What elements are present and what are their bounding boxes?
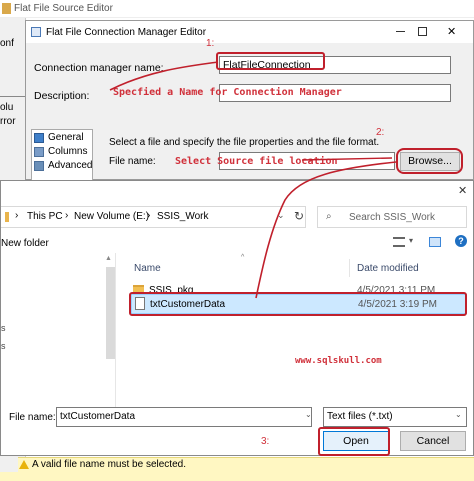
outer-label-1: onf [0, 38, 14, 49]
annotation-box-browse [396, 148, 463, 174]
column-header-date[interactable]: Date modified [357, 263, 419, 274]
cm-editor-maximize-icon[interactable] [418, 27, 427, 36]
nav-item-label: Columns [48, 146, 88, 157]
open-dialog: ✕ › This PC › New Volume (E:) › SSIS_Wor… [0, 180, 474, 456]
warning-text: A valid file name must be selected. [32, 459, 186, 470]
cm-editor-minimize-icon[interactable] [396, 31, 405, 32]
nav-pane-mark: s [1, 323, 6, 333]
outer-window-icon [2, 3, 11, 14]
search-placeholder: Search SSIS_Work [349, 212, 435, 223]
chevron-down-icon[interactable]: ⌄ [277, 210, 285, 221]
nav-panel: General Columns Advanced [31, 129, 93, 181]
file-name-label: File name: [109, 156, 156, 167]
file-type-chevron-icon[interactable]: ⌄ [455, 410, 462, 419]
cancel-button[interactable]: Cancel [400, 431, 466, 451]
search-box[interactable]: ⌕ Search SSIS_Work [317, 206, 467, 228]
file-name-field[interactable]: txtCustomerData [56, 407, 312, 427]
nav-pane: ▲ s s [1, 253, 116, 415]
annotation-spec-name: Specfied a Name for Connection Manager [113, 87, 342, 98]
address-bar[interactable]: › This PC › New Volume (E:) › SSIS_Work … [1, 206, 306, 228]
open-dialog-close-icon[interactable]: ✕ [458, 184, 467, 197]
file-type-select[interactable]: Text files (*.txt) [323, 407, 467, 427]
preview-pane-icon[interactable] [429, 237, 441, 247]
columns-icon [34, 147, 44, 157]
annotation-number-3: 3: [261, 436, 270, 447]
file-instruction: Select a file and specify the file prope… [109, 137, 380, 148]
chevron-right-icon: › [147, 210, 151, 221]
cm-editor-title-bar: Flat File Connection Manager Editor ✕ [26, 21, 473, 43]
warning-footer [0, 472, 474, 481]
folder-icon [5, 212, 9, 222]
file-name-field-value: txtCustomerData [60, 411, 136, 422]
annotation-number-1: 1: [206, 38, 215, 49]
outer-window-title: Flat File Source Editor [14, 3, 113, 14]
view-options-icon[interactable] [393, 237, 405, 247]
advanced-icon [34, 161, 44, 171]
annotation-box-conn-name [216, 52, 325, 70]
search-icon: ⌕ [326, 211, 332, 222]
cm-editor-close-icon[interactable]: ✕ [447, 25, 456, 38]
breadcrumb-ssis-work[interactable]: SSIS_Work [157, 211, 209, 222]
warning-bar: A valid file name must be selected. [18, 457, 474, 472]
nav-pane-mark: s [1, 341, 6, 351]
cm-editor-title: Flat File Connection Manager Editor [46, 27, 207, 38]
sort-chevron-icon: ^ [241, 254, 245, 261]
column-divider [349, 259, 350, 277]
annotation-number-2: 2: [376, 127, 385, 138]
new-folder-button[interactable]: New folder [1, 238, 49, 249]
help-icon[interactable]: ? [455, 235, 467, 247]
chevron-right-icon: › [65, 210, 69, 221]
general-icon [34, 133, 44, 143]
column-header-name[interactable]: Name [134, 263, 161, 274]
breadcrumb-this-pc[interactable]: This PC [27, 211, 63, 222]
view-chevron-icon[interactable]: ▾ [409, 236, 413, 245]
watermark-text: www.sqlskull.com [295, 356, 382, 366]
cm-editor-icon [31, 27, 41, 37]
outer-label-3: rror [0, 116, 16, 127]
conn-name-label: Connection manager name: [34, 62, 164, 74]
file-name-field-label: File name: [9, 412, 56, 423]
outer-title-bar: Flat File Source Editor [0, 0, 474, 18]
outer-field-line [0, 96, 26, 97]
annotation-select-location: Select Source file location [175, 156, 338, 167]
nav-pane-scroll-up-icon[interactable]: ▲ [105, 255, 112, 262]
file-name-dropdown-icon[interactable]: ⌄ [305, 410, 312, 419]
refresh-icon[interactable]: ↻ [294, 209, 304, 223]
annotation-box-file-row [129, 292, 467, 316]
cancel-label: Cancel [416, 435, 450, 447]
outer-label-2: olu [0, 102, 14, 113]
chevron-right-icon: › [15, 210, 19, 221]
warning-icon [19, 460, 29, 469]
nav-pane-scrollbar[interactable] [106, 267, 115, 359]
annotation-box-open [318, 427, 390, 456]
nav-item-label: General [48, 132, 84, 143]
breadcrumb-new-volume[interactable]: New Volume (E:) [74, 211, 149, 222]
file-type-value: Text files (*.txt) [327, 411, 393, 422]
nav-item-label: Advanced [48, 160, 93, 171]
description-label: Description: [34, 90, 90, 102]
